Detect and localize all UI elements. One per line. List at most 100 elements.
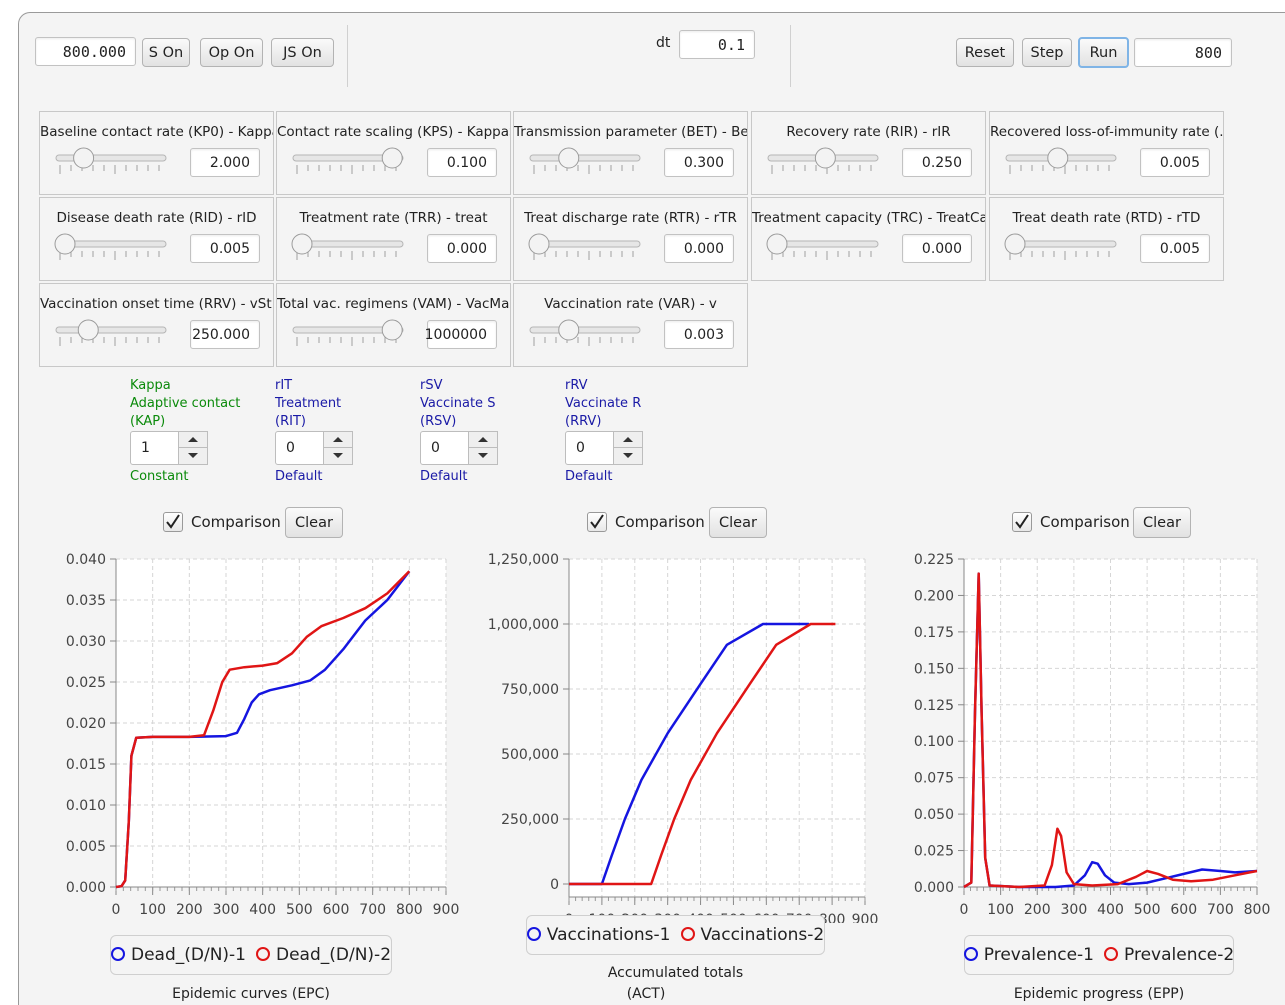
- comparison-checkbox[interactable]: [587, 512, 607, 532]
- param-slider[interactable]: [291, 146, 407, 176]
- chart-legend: Dead_(D/N)-1 Dead_(D/N)-2: [110, 935, 392, 975]
- param-label: Transmission parameter (BET) - Beta: [514, 124, 747, 140]
- param-panel: Transmission parameter (BET) - Beta 0.300: [513, 111, 748, 195]
- slider-thumb[interactable]: [1047, 147, 1069, 169]
- option-mode: Default: [275, 469, 323, 484]
- slider-thumb[interactable]: [77, 319, 99, 341]
- param-value-field[interactable]: 0.000: [427, 234, 497, 263]
- clear-button[interactable]: Clear: [285, 507, 343, 538]
- param-value-field[interactable]: 2.000: [190, 148, 260, 177]
- spinner-arrows[interactable]: [468, 431, 498, 465]
- param-value-field[interactable]: 0.250: [902, 148, 972, 177]
- y-tick-label: 0.150: [914, 661, 954, 677]
- spinner-value[interactable]: 1: [141, 440, 150, 456]
- option-spinner[interactable]: 0: [565, 431, 643, 465]
- param-slider[interactable]: [766, 232, 882, 262]
- param-value-field[interactable]: 250.000: [190, 320, 260, 349]
- reset-button[interactable]: Reset: [956, 38, 1014, 67]
- legend-item[interactable]: Dead_(D/N)-1: [110, 945, 246, 965]
- param-value-field[interactable]: 0.005: [1140, 234, 1210, 263]
- legend-item[interactable]: Vaccinations-2: [680, 925, 824, 945]
- y-tick-label: 1,000,000: [488, 617, 559, 633]
- param-slider[interactable]: [766, 146, 882, 176]
- spinner-arrows[interactable]: [323, 431, 353, 465]
- option-spinner[interactable]: 1: [130, 431, 208, 465]
- comparison-checkbox[interactable]: [1012, 512, 1032, 532]
- clear-button[interactable]: Clear: [709, 507, 767, 538]
- param-value-field[interactable]: 0.100: [427, 148, 497, 177]
- y-tick-label: 0.040: [66, 552, 106, 568]
- param-slider[interactable]: [291, 318, 407, 348]
- slider-thumb[interactable]: [528, 233, 550, 255]
- param-panel: Total vac. regimens (VAM) - VacMax 100000…: [276, 283, 511, 367]
- param-slider[interactable]: [528, 318, 644, 348]
- param-slider[interactable]: [1004, 232, 1120, 262]
- param-value-field[interactable]: 0.003: [664, 320, 734, 349]
- legend-item[interactable]: Prevalence-1: [963, 945, 1094, 965]
- s-on-button[interactable]: S On: [142, 38, 190, 67]
- x-tick-label: 600: [323, 902, 350, 918]
- comparison-checkbox[interactable]: [163, 512, 183, 532]
- x-tick-label: 500: [286, 902, 313, 918]
- step-button[interactable]: Step: [1022, 38, 1072, 67]
- param-label: Recovery rate (RIR) - rIR: [786, 124, 951, 140]
- x-tick-label: 300: [213, 902, 240, 918]
- spinner-arrows[interactable]: [178, 431, 208, 465]
- option-label: rSV: [420, 378, 443, 393]
- op-on-button[interactable]: Op On: [200, 38, 263, 67]
- y-tick-label: 0.000: [914, 880, 954, 896]
- spinner-arrows[interactable]: [613, 431, 643, 465]
- param-value-field[interactable]: 0.300: [664, 148, 734, 177]
- toolbar-separator: [347, 25, 348, 87]
- param-value-field[interactable]: 0.000: [902, 234, 972, 263]
- slider-thumb[interactable]: [291, 233, 313, 255]
- y-tick-label: 0.175: [914, 625, 954, 641]
- param-slider[interactable]: [54, 318, 170, 348]
- param-slider[interactable]: [54, 232, 170, 262]
- run-button[interactable]: Run: [1078, 37, 1129, 68]
- param-slider[interactable]: [54, 146, 170, 176]
- spinner-value[interactable]: 0: [286, 440, 295, 456]
- slider-thumb[interactable]: [54, 233, 76, 255]
- param-value-field[interactable]: 0.000: [664, 234, 734, 263]
- param-label: Vaccination onset time (RRV) - vSt...: [40, 296, 273, 312]
- slider-thumb[interactable]: [814, 147, 836, 169]
- x-tick-label: 800: [1244, 902, 1271, 918]
- option-label: (RSV): [420, 414, 457, 429]
- legend-item[interactable]: Dead_(D/N)-2: [256, 945, 391, 965]
- option-label: (RIT): [275, 414, 306, 429]
- spinner-value[interactable]: 0: [576, 440, 585, 456]
- spinner-value[interactable]: 0: [431, 440, 440, 456]
- param-slider[interactable]: [528, 146, 644, 176]
- js-on-button[interactable]: JS On: [271, 38, 334, 67]
- slider-thumb[interactable]: [558, 147, 580, 169]
- slider-thumb[interactable]: [1004, 233, 1026, 255]
- slider-thumb[interactable]: [558, 319, 580, 341]
- param-value-field[interactable]: 0.005: [1140, 148, 1210, 177]
- run-steps-field[interactable]: 800: [1134, 38, 1232, 67]
- clear-button[interactable]: Clear: [1133, 507, 1191, 538]
- epidemic-curves-chart: 0.000 0.005 0.010 0.015 0.020 0.025 0.030 0.035…: [66, 552, 459, 918]
- slider-thumb[interactable]: [381, 147, 403, 169]
- option-spinner[interactable]: 0: [420, 431, 498, 465]
- legend-item[interactable]: Prevalence-2: [1104, 945, 1234, 965]
- y-tick-label: 0: [550, 877, 559, 893]
- option-label: rRV: [565, 378, 588, 393]
- slider-thumb[interactable]: [766, 233, 788, 255]
- y-tick-label: 0.200: [914, 588, 954, 604]
- slider-thumb[interactable]: [73, 147, 95, 169]
- circle-icon: [1104, 947, 1118, 961]
- option-spinner[interactable]: 0: [275, 431, 353, 465]
- time-display[interactable]: 800.000: [35, 37, 136, 66]
- epidemic-progress-chart: 0.000 0.025 0.050 0.075 0.100 0.125 0.150 0.175…: [914, 552, 1271, 918]
- slider-thumb[interactable]: [381, 319, 403, 341]
- option-control: rRV Vaccinate R (RRV): [565, 377, 641, 431]
- param-slider[interactable]: [291, 232, 407, 262]
- param-slider[interactable]: [1004, 146, 1120, 176]
- param-value-field[interactable]: 1000000: [425, 320, 497, 349]
- param-slider[interactable]: [528, 232, 644, 262]
- x-tick-label: 600: [1170, 902, 1197, 918]
- legend-item[interactable]: Vaccinations-1: [526, 925, 671, 945]
- dt-field[interactable]: 0.1: [679, 30, 755, 59]
- param-value-field[interactable]: 0.005: [190, 234, 260, 263]
